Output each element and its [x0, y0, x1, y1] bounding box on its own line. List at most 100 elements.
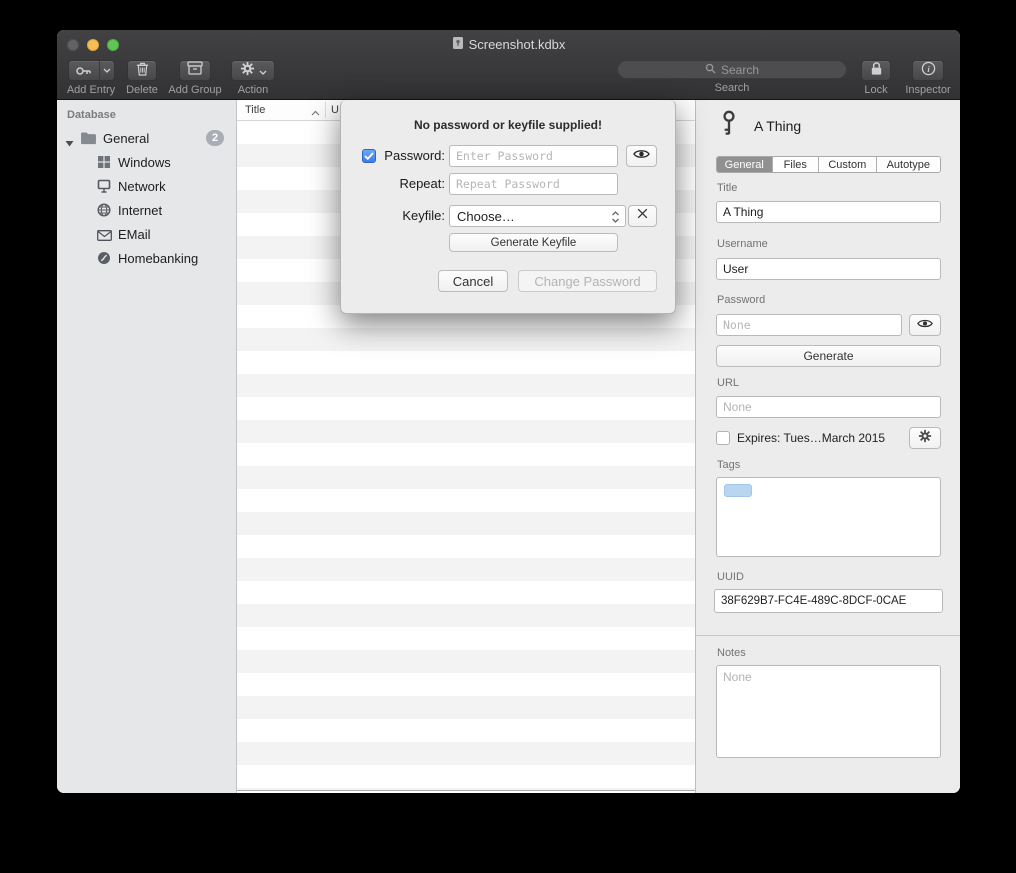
sidebar: Database General 2 Windows — [57, 100, 237, 793]
url-field[interactable] — [716, 396, 941, 418]
generate-password-button[interactable]: Generate — [716, 345, 941, 367]
dialog-repeat-input[interactable] — [449, 173, 618, 195]
notes-label: Notes — [717, 647, 746, 659]
email-envelope-icon — [97, 229, 112, 244]
keyfile-dropdown[interactable]: Choose… — [449, 205, 626, 227]
padlock-icon — [870, 61, 883, 81]
add-entry-dropdown-arrow[interactable] — [100, 61, 114, 80]
sidebar-item-label: Internet — [118, 203, 162, 218]
add-entry-label: Add Entry — [67, 84, 115, 96]
dialog-keyfile-label: Keyfile: — [341, 205, 445, 227]
info-icon: i — [921, 61, 936, 81]
group-box-icon — [187, 61, 203, 80]
sidebar-item-internet[interactable]: Internet — [57, 198, 236, 222]
tags-box[interactable] — [716, 477, 941, 557]
add-entry-button[interactable] — [68, 60, 115, 81]
password-field[interactable] — [716, 314, 902, 336]
search-label: Search — [715, 82, 750, 94]
windows-icon — [97, 155, 111, 172]
inspector-divider — [696, 635, 960, 636]
tab-autotype[interactable]: Autotype — [877, 157, 940, 172]
inspector-tabs: General Files Custom Autotype — [716, 156, 941, 173]
action-dropdown-arrow[interactable] — [259, 62, 267, 80]
title-field[interactable] — [716, 201, 941, 223]
delete-button[interactable] — [127, 60, 157, 81]
keyfile-dropdown-value: Choose… — [457, 209, 515, 224]
expires-checkbox[interactable] — [716, 431, 730, 445]
sidebar-item-label: Network — [118, 179, 166, 194]
search-input[interactable]: Search — [617, 60, 847, 79]
lock-button[interactable] — [861, 60, 891, 81]
toolbar-item-search: Search Search — [617, 60, 847, 94]
entry-count-badge: 2 — [206, 130, 224, 146]
uuid-label: UUID — [717, 571, 744, 583]
add-group-button[interactable] — [179, 60, 211, 81]
close-button[interactable] — [67, 39, 79, 51]
toolbar-item-add-entry: Add Entry — [66, 60, 116, 96]
dialog-password-label: Password: — [341, 145, 445, 167]
cancel-button[interactable]: Cancel — [438, 270, 508, 292]
username-field[interactable] — [716, 258, 941, 280]
expires-label: Expires: Tues…March 2015 — [737, 431, 885, 445]
zoom-button[interactable] — [107, 39, 119, 51]
titlebar[interactable]: Screenshot.kdbx — [57, 30, 960, 59]
add-group-label: Add Group — [168, 84, 221, 96]
dialog-message: No password or keyfile supplied! — [341, 118, 675, 132]
title-field-label: Title — [717, 182, 737, 194]
lock-label: Lock — [864, 84, 887, 96]
action-button[interactable] — [231, 60, 275, 81]
column-header-title[interactable]: Title — [245, 104, 265, 116]
column-header-username[interactable]: U — [331, 104, 339, 116]
change-password-dialog: No password or keyfile supplied! Passwor… — [340, 100, 676, 314]
sidebar-header: Database — [67, 109, 116, 121]
dialog-reveal-password-button[interactable] — [626, 145, 657, 167]
eye-icon — [917, 316, 933, 334]
tab-files[interactable]: Files — [773, 157, 820, 172]
toolbar: Add Entry Delete — [57, 59, 960, 100]
gear-icon — [240, 61, 255, 81]
inspector-button[interactable]: i — [912, 60, 944, 81]
document-proxy-icon — [452, 36, 464, 53]
svg-text:i: i — [927, 63, 930, 73]
sidebar-item-label: EMail — [118, 227, 151, 242]
desktop-background: Screenshot.kdbx Add Entry — [0, 0, 1016, 873]
network-icon — [97, 179, 111, 196]
toolbar-item-action: Action — [230, 60, 276, 96]
sidebar-group-general[interactable]: General 2 — [57, 126, 236, 150]
sidebar-item-homebanking[interactable]: Homebanking — [57, 246, 236, 270]
notes-field[interactable] — [716, 665, 941, 758]
folder-icon — [80, 131, 97, 148]
disclosure-triangle-icon[interactable] — [65, 135, 74, 150]
sidebar-item-email[interactable]: EMail — [57, 222, 236, 246]
minimize-button[interactable] — [87, 39, 99, 51]
uuid-field[interactable] — [714, 589, 943, 613]
delete-label: Delete — [126, 84, 158, 96]
sidebar-item-windows[interactable]: Windows — [57, 150, 236, 174]
tab-custom[interactable]: Custom — [819, 157, 876, 172]
clear-keyfile-button[interactable] — [628, 205, 657, 227]
stepper-arrows-icon — [611, 210, 620, 227]
url-field-label: URL — [717, 377, 739, 389]
action-label: Action — [238, 84, 269, 96]
change-password-button[interactable]: Change Password — [518, 270, 657, 292]
toolbar-item-delete: Delete — [124, 60, 160, 96]
app-window: Screenshot.kdbx Add Entry — [57, 30, 960, 793]
eye-icon — [633, 147, 650, 165]
internet-globe-icon — [97, 203, 111, 220]
toolbar-item-inspector: i Inspector — [903, 60, 953, 96]
dialog-password-input[interactable] — [449, 145, 618, 167]
username-field-label: Username — [717, 238, 768, 250]
column-divider[interactable] — [325, 102, 326, 118]
generate-keyfile-button[interactable]: Generate Keyfile — [449, 233, 618, 252]
dialog-repeat-label: Repeat: — [341, 173, 445, 195]
sort-ascending-icon[interactable] — [311, 107, 320, 119]
homebanking-coin-icon — [97, 251, 111, 268]
reveal-password-button[interactable] — [909, 314, 941, 336]
tag-chip[interactable] — [724, 484, 752, 497]
expires-settings-button[interactable] — [909, 427, 941, 449]
add-entry-key-icon — [69, 61, 100, 80]
sidebar-item-network[interactable]: Network — [57, 174, 236, 198]
search-icon — [705, 63, 716, 77]
tab-general[interactable]: General — [717, 157, 773, 172]
toolbar-item-add-group: Add Group — [166, 60, 224, 96]
